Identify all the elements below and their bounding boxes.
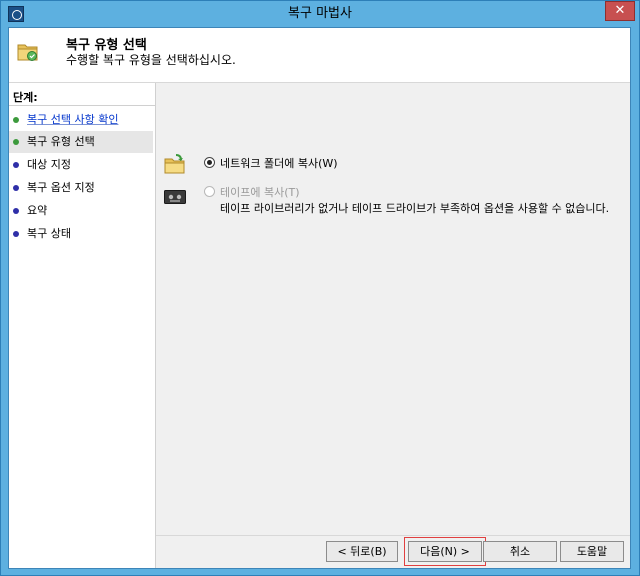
steps-divider bbox=[9, 105, 155, 106]
step-label: 복구 유형 선택 bbox=[27, 135, 95, 148]
step-complete-dot-icon bbox=[13, 117, 19, 123]
step-label: 요약 bbox=[27, 204, 48, 217]
close-button[interactable]: ✕ bbox=[605, 1, 635, 21]
step-pending-dot-icon bbox=[13, 162, 19, 168]
network-folder-icon bbox=[164, 154, 185, 174]
cancel-button[interactable]: 취소 bbox=[483, 541, 557, 562]
step-confirm-recovery-selection[interactable]: 복구 선택 사항 확인 bbox=[9, 109, 153, 131]
recovery-folder-icon bbox=[17, 44, 38, 61]
step-recovery-status: 복구 상태 bbox=[9, 223, 153, 245]
step-complete-dot-icon bbox=[13, 139, 19, 145]
network-folder-option-label[interactable]: 네트워크 폴더에 복사(W) bbox=[220, 155, 338, 171]
tape-unavailable-note: 테이프 라이브러리가 없거나 테이프 드라이브가 부족하여 옵션을 사용할 수 … bbox=[220, 202, 610, 215]
wizard-client-area: 복구 유형 선택 수행할 복구 유형을 선택하십시오. 단계: 복구 선택 사항… bbox=[8, 27, 631, 569]
step-pending-dot-icon bbox=[13, 208, 19, 214]
step-specify-destination: 대상 지정 bbox=[9, 154, 153, 176]
back-button[interactable]: < 뒤로(B) bbox=[326, 541, 398, 562]
options-panel: 네트워크 폴더에 복사(W) 테이프에 복사(T) 테이프 라이브러리가 없거나… bbox=[156, 83, 630, 568]
step-summary: 요약 bbox=[9, 200, 153, 222]
recovery-wizard-window: 복구 마법사 ✕ 복구 유형 선택 수행할 복구 유형을 선택하십시오. 단계:… bbox=[0, 0, 640, 576]
steps-panel: 단계: 복구 선택 사항 확인 복구 유형 선택 대상 지정 복구 옵션 지정 … bbox=[9, 83, 156, 568]
title-bar[interactable]: 복구 마법사 ✕ bbox=[1, 1, 639, 27]
step-recovery-options: 복구 옵션 지정 bbox=[9, 177, 153, 199]
step-label: 복구 상태 bbox=[27, 227, 71, 240]
next-button[interactable]: 다음(N) > bbox=[408, 541, 482, 562]
step-label: 복구 옵션 지정 bbox=[27, 181, 95, 194]
step-label: 대상 지정 bbox=[27, 158, 71, 171]
steps-heading: 단계: bbox=[13, 91, 38, 104]
page-subtitle: 수행할 복구 유형을 선택하십시오. bbox=[66, 53, 236, 67]
step-pending-dot-icon bbox=[13, 185, 19, 191]
button-bar-divider bbox=[156, 535, 630, 536]
tape-option-label[interactable]: 테이프에 복사(T) bbox=[220, 184, 300, 200]
network-folder-radio[interactable] bbox=[204, 157, 215, 168]
step-label: 복구 선택 사항 확인 bbox=[27, 113, 119, 126]
tape-radio[interactable] bbox=[204, 186, 215, 197]
tape-icon bbox=[164, 190, 186, 204]
step-pending-dot-icon bbox=[13, 231, 19, 237]
help-button[interactable]: 도움말 bbox=[560, 541, 624, 562]
window-title: 복구 마법사 bbox=[288, 6, 352, 21]
step-select-recovery-type: 복구 유형 선택 bbox=[9, 131, 153, 153]
wizard-header: 복구 유형 선택 수행할 복구 유형을 선택하십시오. bbox=[9, 28, 630, 83]
